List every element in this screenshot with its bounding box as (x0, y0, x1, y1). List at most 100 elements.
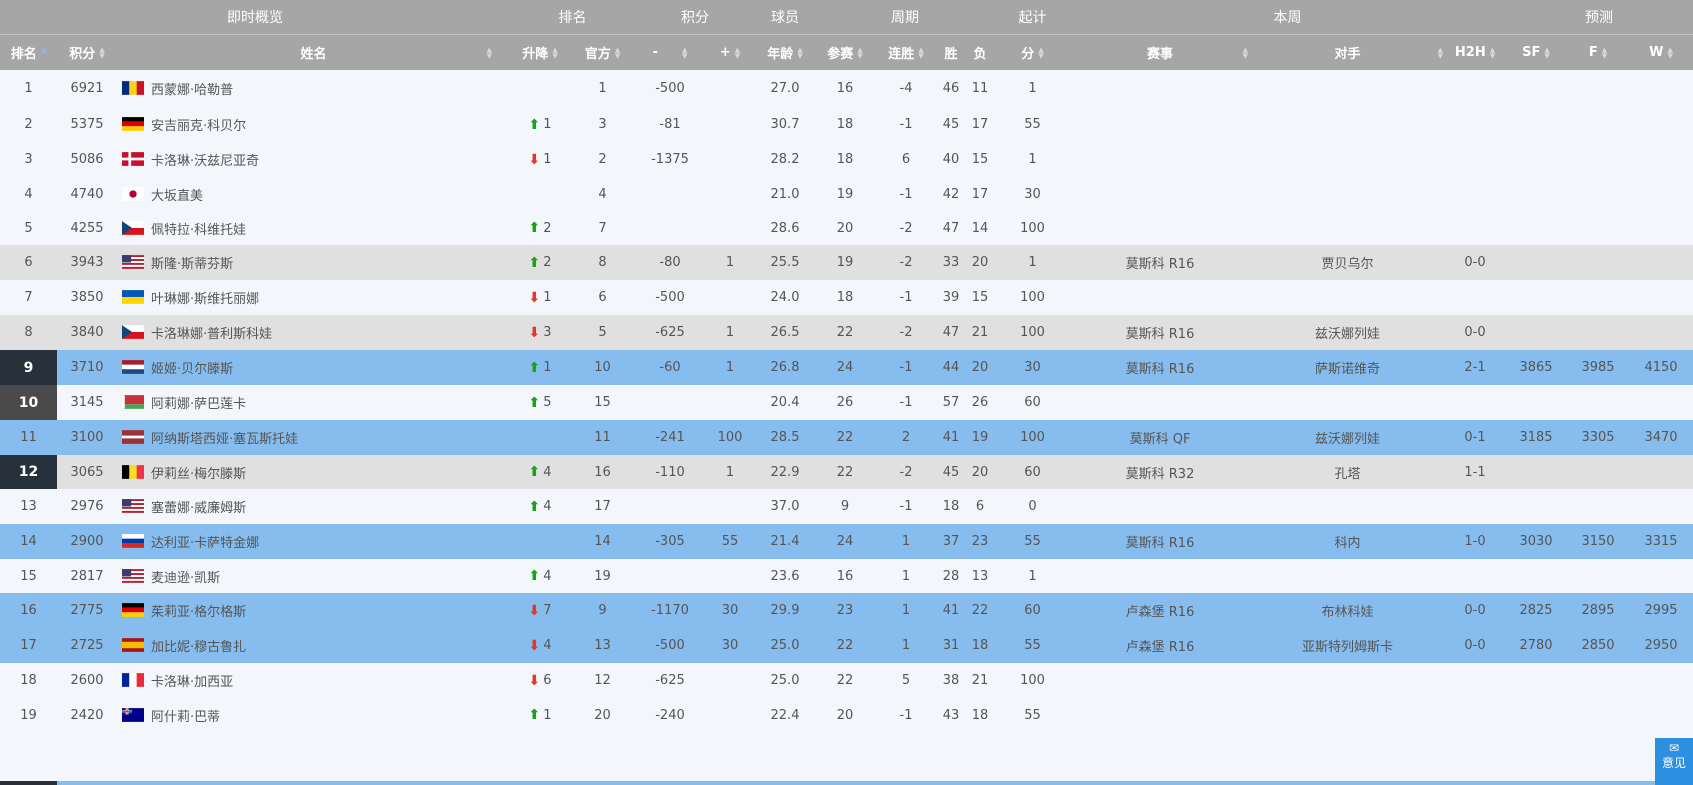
player-name[interactable]: 卡洛琳娜·普利斯科娃 (151, 323, 272, 342)
table-row[interactable]: 2 5375 安吉丽克·科贝尔 ⬆ 1 3 -81 30.7 18 -1 45 17 55 (0, 107, 1693, 142)
cell-sf (1505, 559, 1567, 593)
col-header-start-label: 分 (1021, 47, 1035, 62)
player-name[interactable]: 安吉丽克·科贝尔 (151, 115, 246, 134)
player-name[interactable]: 阿纳斯塔西娅·塞瓦斯托娃 (151, 428, 298, 447)
cell-points: 3100 (70, 430, 104, 445)
table-row[interactable]: 6 3943 斯隆·斯蒂芬斯 ⬆ 2 8 -80 1 25.5 19 -2 33 20 1 莫斯科 R16 贾… (0, 245, 1693, 280)
player-name[interactable]: 茱莉亚·格尔格斯 (151, 601, 246, 620)
col-header-sf[interactable]: SF ▲ ▼ (1505, 35, 1567, 70)
col-header-plus[interactable]: + ▲ ▼ (705, 35, 755, 70)
table-row[interactable]: 3 5086 卡洛琳·沃兹尼亚奇 ⬇ 1 2 -1375 28.2 18 6 40 15 1 (0, 142, 1693, 177)
table-row[interactable]: 11 3100 阿纳斯塔西娅·塞瓦斯托娃 11 -241 100 28.5 22 2 41 19 10… (0, 420, 1693, 455)
cell-official: 20 (594, 707, 611, 723)
cell-event (1070, 70, 1250, 107)
player-name[interactable]: 姬姬·贝尔滕斯 (151, 358, 233, 377)
cell-official: 16 (594, 464, 611, 480)
player-name[interactable]: 达利亚·卡萨特金娜 (151, 532, 259, 551)
col-header-points[interactable]: 积分 ▲ ▼ (57, 35, 117, 70)
cell-w (1629, 280, 1693, 315)
cell-event: 莫斯科 QF (1129, 432, 1191, 447)
cell-streak: 1 (901, 603, 911, 618)
col-header-streak[interactable]: 连胜 ▲ ▼ (875, 35, 937, 70)
table-row[interactable]: 19 2420 阿什莉·巴蒂 ⬆ 1 20 -240 22.4 20 -1 43 18 55 (0, 698, 1693, 732)
cell-plus: 30 (721, 603, 739, 618)
col-header-start[interactable]: 分 ▲ ▼ (995, 35, 1070, 70)
cell-streak: 5 (901, 673, 911, 688)
cell-plus: 30 (721, 638, 739, 653)
player-name[interactable]: 麦迪逊·凯斯 (151, 567, 220, 586)
col-header-official[interactable]: 官方 ▲ ▼ (570, 35, 635, 70)
feedback-button[interactable]: ✉ 意见 (1655, 738, 1693, 785)
table-row[interactable]: 13 2976 塞蕾娜·威廉姆斯 ⬆ 4 17 37.0 9 -1 18 6 0 (0, 489, 1693, 524)
player-name[interactable]: 阿什莉·巴蒂 (151, 706, 220, 725)
col-header-streak-label: 连胜 (888, 47, 915, 62)
cell-points: 6921 (70, 81, 104, 96)
col-header-w[interactable]: W ▲ ▼ (1629, 35, 1693, 70)
col-header-played[interactable]: 参赛 ▲ ▼ (815, 35, 875, 70)
col-header-event[interactable]: 赛事 ▲ ▼ (1070, 35, 1250, 70)
cell-age: 20.4 (770, 395, 800, 410)
cell-name: 阿什莉·巴蒂 (117, 698, 510, 732)
cell-points: 4740 (70, 186, 104, 202)
cell-plus: 1 (725, 325, 735, 340)
table-row[interactable]: 4 4740 大坂直美 4 21.0 19 -1 42 17 30 (0, 177, 1693, 211)
cell-name: 姬姬·贝尔滕斯 (117, 350, 510, 385)
col-header-losses[interactable]: 负 (965, 35, 995, 70)
col-header-change[interactable]: 升降 ▲ ▼ (510, 35, 570, 70)
cell-name: 塞蕾娜·威廉姆斯 (117, 489, 510, 524)
table-row[interactable]: 12 3065 伊莉丝·梅尔滕斯 ⬆ 4 16 -110 1 22.9 22 -2 45 20 60 莫斯科… (0, 455, 1693, 489)
player-name[interactable]: 伊莉丝·梅尔滕斯 (151, 463, 246, 482)
player-name[interactable]: 叶琳娜·斯维托丽娜 (151, 288, 259, 307)
sort-icon: ▲ ▼ (682, 45, 688, 60)
table-row[interactable]: 1 6921 西蒙娜·哈勒普 1 -500 27.0 16 -4 46 11 1 (0, 70, 1693, 107)
table-row[interactable]: 7 3850 叶琳娜·斯维托丽娜 ⬇ 1 6 -500 24.0 18 -1 39 15 100 (0, 280, 1693, 315)
change-value: 4 (543, 568, 552, 584)
col-header-opponent[interactable]: 对手 ▲ ▼ (1250, 35, 1445, 70)
col-header-f[interactable]: F ▲ ▼ (1567, 35, 1629, 70)
cell-plus (705, 142, 755, 177)
table-row[interactable]: 18 2600 卡洛琳·加西亚 ⬇ 6 12 -625 25.0 22 5 38 21 100 (0, 663, 1693, 698)
cell-f (1567, 107, 1629, 142)
change-value: 6 (543, 673, 552, 688)
table-row[interactable]: 14 2900 达利亚·卡萨特金娜 14 -305 55 21.4 24 1 37 23 55 莫斯科 … (0, 524, 1693, 559)
cell-f: 3305 (1581, 430, 1615, 445)
player-name[interactable]: 大坂直美 (151, 185, 203, 204)
table-row[interactable]: 16 2775 茱莉亚·格尔格斯 ⬇ 7 9 -1170 30 29.9 23 1 41 22 60 卢森堡… (0, 593, 1693, 628)
cell-h2h: 2-1 (1464, 360, 1486, 375)
flag-icon (122, 81, 146, 96)
col-header-wins[interactable]: 胜 (937, 35, 965, 70)
cell-name: 阿纳斯塔西娅·塞瓦斯托娃 (117, 420, 510, 455)
cell-plus: 55 (721, 534, 739, 549)
table-row[interactable]: 17 2725 加比妮·穆古鲁扎 ⬇ 4 13 -500 30 25.0 22 1 31 18 55 卢森堡… (0, 628, 1693, 663)
table-row[interactable]: 15 2817 麦迪逊·凯斯 ⬆ 4 19 23.6 16 1 28 13 1 (0, 559, 1693, 593)
player-name[interactable]: 卡洛琳·沃兹尼亚奇 (151, 150, 259, 169)
cell-name: 西蒙娜·哈勒普 (117, 70, 510, 107)
cell-age: 28.2 (770, 152, 800, 167)
col-header-plus-label: + (719, 45, 731, 60)
player-name[interactable]: 阿莉娜·萨巴莲卡 (151, 393, 246, 412)
col-header-name[interactable]: 姓名 ▲ ▼ (117, 35, 510, 70)
player-name[interactable]: 斯隆·斯蒂芬斯 (151, 253, 233, 272)
table-row[interactable]: 10 3145 阿莉娜·萨巴莲卡 ⬆ 5 15 20.4 26 -1 57 26 60 (0, 385, 1693, 420)
table-row[interactable]: 8 3840 卡洛琳娜·普利斯科娃 ⬇ 3 5 -625 1 26.5 22 -2 47 21 100 莫斯… (0, 315, 1693, 350)
player-name[interactable]: 加比妮·穆古鲁扎 (151, 636, 246, 655)
player-name[interactable]: 西蒙娜·哈勒普 (151, 79, 233, 98)
cell-w (1629, 142, 1693, 177)
sort-icon: ▲ ▼ (797, 45, 803, 60)
col-header-age[interactable]: 年龄 ▲ ▼ (755, 35, 815, 70)
player-name[interactable]: 塞蕾娜·威廉姆斯 (151, 497, 246, 516)
col-header-minus[interactable]: - ▲ ▼ (635, 35, 705, 70)
cell-event: 卢森堡 R16 (1125, 640, 1195, 655)
group-header-player: 球员 (771, 10, 799, 26)
table-row[interactable]: 5 4255 佩特拉·科维托娃 ⬆ 2 7 28.6 20 -2 47 14 100 (0, 211, 1693, 245)
col-header-rank[interactable]: 排名 ▲ (0, 35, 57, 70)
table-row[interactable]: 9 3710 姬姬·贝尔滕斯 ⬆ 1 10 -60 1 26.8 24 -1 44 20 30 莫斯科 R1… (0, 350, 1693, 385)
col-header-event-label: 赛事 (1146, 47, 1173, 62)
next-row-edge (0, 781, 1693, 785)
col-header-h2h[interactable]: H2H ▲ ▼ (1445, 35, 1505, 70)
cell-sf: 3030 (1519, 534, 1553, 549)
player-name[interactable]: 卡洛琳·加西亚 (151, 671, 233, 690)
group-header-this-week: 本周 (1273, 10, 1302, 26)
player-name[interactable]: 佩特拉·科维托娃 (151, 219, 246, 238)
cell-h2h: 0-0 (1464, 603, 1486, 618)
